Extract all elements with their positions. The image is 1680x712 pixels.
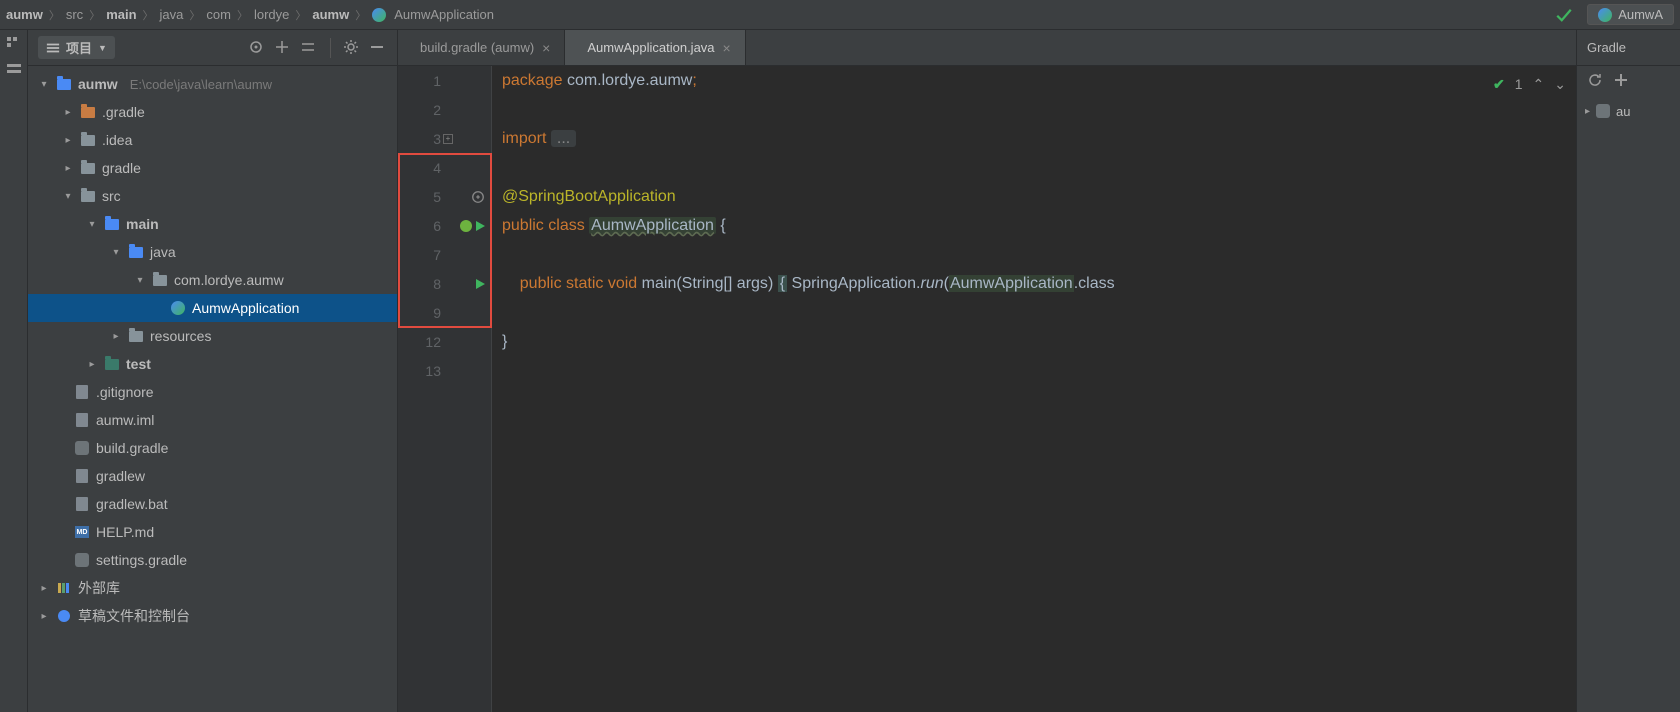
crumb-aumw-pkg[interactable]: aumw [312, 7, 349, 22]
inspection-widget[interactable]: ✔ 1 ⌃ ⌄ [1493, 70, 1566, 99]
tree-item[interactable]: ▸.idea [28, 126, 397, 154]
gutter-line[interactable]: 1 [398, 66, 491, 95]
navigate-icon[interactable] [471, 190, 485, 204]
structure-icon[interactable] [6, 36, 22, 52]
gutter-line[interactable]: 4 [398, 153, 491, 182]
fold-icon[interactable]: + [443, 134, 453, 144]
expand-all-icon[interactable] [274, 39, 292, 57]
bookmark-icon[interactable] [6, 62, 22, 78]
gutter-line[interactable]: 8 [398, 269, 491, 298]
project-tree[interactable]: ▾ aumw E:\code\java\learn\aumw ▸.gradle … [28, 66, 397, 712]
chevron-down-icon[interactable]: ▾ [110, 247, 122, 258]
tree-item-selected[interactable]: AumwApplication [28, 294, 397, 322]
tab-build-gradle[interactable]: build.gradle (aumw) × [398, 30, 565, 65]
tree-item[interactable]: ▸.gradle [28, 98, 397, 126]
gradle-header: Gradle [1577, 30, 1680, 66]
gutter-line[interactable]: 7 [398, 240, 491, 269]
chevron-right-icon[interactable]: ▸ [38, 583, 50, 594]
chevron-right-icon[interactable]: ▸ [38, 611, 50, 622]
refresh-icon[interactable] [1587, 72, 1603, 88]
gradle-project-node[interactable]: ▸ au [1577, 98, 1680, 124]
run-config-selector[interactable]: AumwA [1587, 4, 1674, 25]
gear-icon[interactable] [343, 39, 361, 57]
tree-item[interactable]: ▾main [28, 210, 397, 238]
close-icon[interactable]: × [723, 40, 731, 56]
crumb-com[interactable]: com [206, 7, 231, 22]
run-icon[interactable] [476, 221, 485, 231]
editor-tabs: build.gradle (aumw) × AumwApplication.ja… [398, 30, 1576, 66]
gutter-line[interactable]: 6 [398, 211, 491, 240]
add-icon[interactable] [1613, 72, 1629, 88]
code-area[interactable]: ✔ 1 ⌃ ⌄ package com.lordye.aumw; import … [492, 66, 1576, 712]
crumb-main[interactable]: main [106, 7, 136, 22]
gutter-line[interactable]: 9 [398, 298, 491, 327]
tree-item[interactable]: settings.gradle [28, 546, 397, 574]
run-icon[interactable] [476, 279, 485, 289]
chevron-up-icon[interactable]: ⌃ [1533, 70, 1545, 99]
left-toolstrip [0, 30, 28, 712]
gutter-line[interactable]: 2 [398, 95, 491, 124]
run-config-label: AumwA [1618, 7, 1663, 22]
chevron-down-icon[interactable]: ⌄ [1554, 70, 1566, 99]
gutter-line[interactable]: 5 [398, 182, 491, 211]
editor-gutter[interactable]: 1 2 3+ 4 5 6 7 8 9 12 13 [398, 66, 492, 712]
tree-item[interactable]: .gitignore [28, 378, 397, 406]
hide-icon[interactable] [369, 39, 387, 57]
project-header: 项目 ▼ [28, 30, 397, 66]
chevron-right-icon[interactable]: ▸ [86, 359, 98, 370]
crumb-aumw[interactable]: aumw [6, 7, 43, 22]
tree-item[interactable]: aumw.iml [28, 406, 397, 434]
crumb-java[interactable]: java [160, 7, 184, 22]
crumb-lordye[interactable]: lordye [254, 7, 289, 22]
chevron-right-icon[interactable]: ▸ [110, 331, 122, 342]
tree-root[interactable]: ▾ aumw E:\code\java\learn\aumw [28, 70, 397, 98]
close-icon[interactable]: × [542, 40, 550, 56]
gutter-line[interactable]: 3+ [398, 124, 491, 153]
tab-aumw-application[interactable]: AumwApplication.java × [565, 30, 745, 65]
tree-external-libs[interactable]: ▸外部库 [28, 574, 397, 602]
gutter-line[interactable]: 12 [398, 327, 491, 356]
chevron-down-icon[interactable]: ▾ [62, 191, 74, 202]
chevron-right-icon[interactable]: ▸ [62, 163, 74, 174]
gutter-line[interactable]: 13 [398, 356, 491, 385]
tree-item[interactable]: ▸gradle [28, 154, 397, 182]
select-opened-file-icon[interactable] [248, 39, 266, 57]
project-tool-window: 项目 ▼ ▾ aumw E:\code\java\learn\aumw ▸.gr… [28, 30, 398, 712]
tree-item[interactable]: MDHELP.md [28, 518, 397, 546]
collapse-all-icon[interactable] [300, 39, 318, 57]
build-ok-icon[interactable] [1555, 6, 1573, 24]
chevron-down-icon[interactable]: ▾ [134, 275, 146, 286]
chevron-right-icon[interactable]: ▸ [1585, 106, 1590, 117]
tree-scratches[interactable]: ▸草稿文件和控制台 [28, 602, 397, 630]
tree-item[interactable]: ▾com.lordye.aumw [28, 266, 397, 294]
crumb-src[interactable]: src [66, 7, 83, 22]
crumb-class[interactable]: AumwApplication [372, 7, 494, 22]
tree-item[interactable]: gradlew [28, 462, 397, 490]
editor: build.gradle (aumw) × AumwApplication.ja… [398, 30, 1576, 712]
tree-item[interactable]: build.gradle [28, 434, 397, 462]
chevron-down-icon[interactable]: ▾ [38, 79, 50, 90]
spring-icon[interactable] [460, 220, 472, 232]
gradle-icon [1596, 104, 1610, 118]
chevron-down-icon[interactable]: ▾ [86, 219, 98, 230]
chevron-right-icon[interactable]: ▸ [62, 107, 74, 118]
tree-item[interactable]: ▸test [28, 350, 397, 378]
crumb-sep: 〉 [45, 7, 64, 23]
chevron-right-icon[interactable]: ▸ [62, 135, 74, 146]
tree-item[interactable]: gradlew.bat [28, 490, 397, 518]
project-view-selector[interactable]: 项目 ▼ [38, 36, 115, 59]
tree-item[interactable]: ▸resources [28, 322, 397, 350]
tree-item[interactable]: ▾java [28, 238, 397, 266]
check-icon: ✔ [1493, 70, 1505, 99]
tree-item[interactable]: ▾src [28, 182, 397, 210]
breadcrumb-bar: aumw 〉 src 〉 main 〉 java 〉 com 〉 lordye … [0, 0, 1680, 30]
gradle-tool-window: Gradle ▸ au [1576, 30, 1680, 712]
